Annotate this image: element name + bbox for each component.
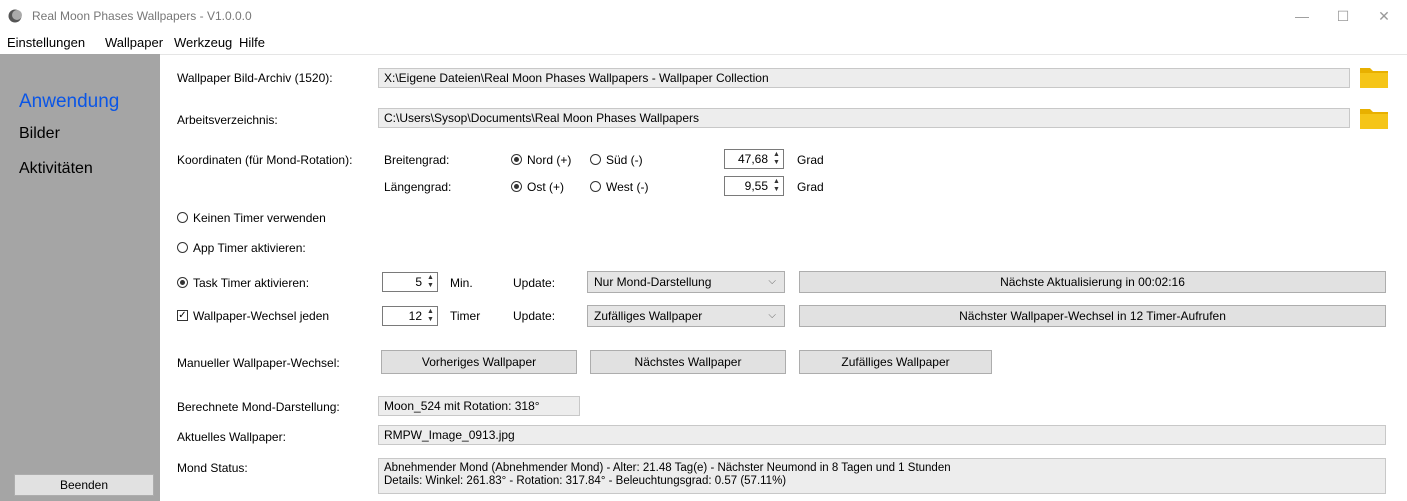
- latitude-value: 47,68: [737, 152, 768, 166]
- next-wallpaper-button[interactable]: Nächstes Wallpaper: [590, 350, 786, 374]
- archive-path-field[interactable]: X:\Eigene Dateien\Real Moon Phases Wallp…: [378, 68, 1350, 88]
- wallpaper-update-value: Zufälliges Wallpaper: [594, 309, 703, 323]
- manual-change-label: Manueller Wallpaper-Wechsel:: [177, 356, 340, 370]
- task-minutes-value: 5: [415, 275, 422, 289]
- radio-ost[interactable]: [511, 181, 522, 192]
- menu-werkzeug[interactable]: Werkzeug: [174, 35, 232, 50]
- radio-sued-label: Süd (-): [606, 153, 643, 167]
- latitude-unit: Grad: [797, 153, 824, 167]
- moon-status-line1: Abnehmender Mond (Abnehmender Mond) - Al…: [384, 462, 951, 474]
- sidebar: [0, 54, 160, 501]
- current-wallpaper-field: RMPW_Image_0913.jpg: [378, 425, 1386, 445]
- calc-field: Moon_524 mit Rotation: 318°: [378, 396, 580, 416]
- menu-einstellungen[interactable]: Einstellungen: [7, 35, 85, 50]
- task-minutes-stepper[interactable]: 5 ▲ ▼: [382, 272, 438, 292]
- radio-no-timer[interactable]: [177, 212, 188, 223]
- longitude-label: Längengrad:: [384, 180, 452, 194]
- sidebar-item-bilder[interactable]: Bilder: [19, 125, 60, 143]
- moon-status-box: Abnehmender Mond (Abnehmender Mond) - Al…: [378, 458, 1386, 494]
- radio-ost-label: Ost (+): [527, 180, 565, 194]
- menu-wallpaper[interactable]: Wallpaper: [105, 35, 163, 50]
- stepper-arrows-icon[interactable]: ▲ ▼: [425, 274, 436, 290]
- task-update-value: Nur Mond-Darstellung: [594, 275, 712, 289]
- stepper-arrows-icon[interactable]: ▲ ▼: [771, 151, 782, 167]
- stepper-arrows-icon[interactable]: ▲ ▼: [771, 178, 782, 194]
- workdir-path-field[interactable]: C:\Users\Sysop\Documents\Real Moon Phase…: [378, 108, 1350, 128]
- archive-label: Wallpaper Bild-Archiv (1520):: [177, 71, 333, 85]
- next-update-status: Nächste Aktualisierung in 00:02:16: [799, 271, 1386, 293]
- chevron-down-icon: ⌵: [768, 276, 776, 287]
- minimize-button[interactable]: —: [1279, 0, 1325, 32]
- radio-west[interactable]: [590, 181, 601, 192]
- radio-nord[interactable]: [511, 154, 522, 165]
- maximize-button[interactable]: ☐: [1320, 0, 1366, 32]
- task-update-label: Update:: [513, 276, 556, 290]
- calc-label: Berechnete Mond-Darstellung:: [177, 400, 340, 414]
- radio-sued[interactable]: [590, 154, 601, 165]
- radio-no-timer-label: Keinen Timer verwenden: [193, 211, 326, 225]
- menu-hilfe[interactable]: Hilfe: [239, 35, 265, 50]
- radio-nord-label: Nord (+): [527, 153, 572, 167]
- latitude-label: Breitengrad:: [384, 153, 450, 167]
- previous-wallpaper-button[interactable]: Vorheriges Wallpaper: [381, 350, 577, 374]
- workdir-label: Arbeitsverzeichnis:: [177, 113, 278, 127]
- wallpaper-timer-unit: Timer: [450, 309, 481, 323]
- moon-status-label: Mond Status:: [177, 461, 248, 475]
- wallpaper-change-label: Wallpaper-Wechsel jeden: [193, 309, 330, 323]
- wallpaper-timer-stepper[interactable]: 12 ▲ ▼: [382, 306, 438, 326]
- stepper-arrows-icon[interactable]: ▲ ▼: [425, 308, 436, 324]
- sidebar-item-anwendung[interactable]: Anwendung: [19, 91, 119, 113]
- window-title: Real Moon Phases Wallpapers - V1.0.0.0: [32, 9, 252, 23]
- task-unit: Min.: [450, 276, 473, 290]
- quit-button[interactable]: Beenden: [14, 474, 154, 496]
- task-update-select[interactable]: Nur Mond-Darstellung ⌵: [587, 271, 785, 293]
- wallpaper-timer-value: 12: [408, 309, 422, 323]
- wallpaper-change-checkbox[interactable]: ✓: [177, 310, 188, 321]
- next-wallpaper-status: Nächster Wallpaper-Wechsel in 12 Timer-A…: [799, 305, 1386, 327]
- workdir-folder-icon[interactable]: [1359, 106, 1389, 130]
- longitude-value: 9,55: [744, 179, 768, 193]
- coords-label: Koordinaten (für Mond-Rotation):: [177, 153, 353, 167]
- radio-west-label: West (-): [606, 180, 649, 194]
- longitude-unit: Grad: [797, 180, 824, 194]
- random-wallpaper-button[interactable]: Zufälliges Wallpaper: [799, 350, 992, 374]
- close-button[interactable]: ✕: [1361, 0, 1407, 32]
- radio-task-timer[interactable]: [177, 277, 188, 288]
- app-moon-icon: [8, 9, 22, 23]
- wallpaper-update-select[interactable]: Zufälliges Wallpaper ⌵: [587, 305, 785, 327]
- current-wallpaper-label: Aktuelles Wallpaper:: [177, 430, 286, 444]
- moon-status-line2: Details: Winkel: 261.83° - Rotation: 317…: [384, 475, 787, 487]
- latitude-stepper[interactable]: 47,68 ▲ ▼: [724, 149, 784, 169]
- chevron-down-icon: ⌵: [768, 310, 776, 321]
- sidebar-item-aktivitaeten[interactable]: Aktivitäten: [19, 160, 93, 178]
- archive-folder-icon[interactable]: [1359, 65, 1389, 89]
- radio-app-timer[interactable]: [177, 242, 188, 253]
- longitude-stepper[interactable]: 9,55 ▲ ▼: [724, 176, 784, 196]
- radio-app-timer-label: App Timer aktivieren:: [193, 241, 306, 255]
- radio-task-timer-label: Task Timer aktivieren:: [193, 276, 310, 290]
- wallpaper-update-label: Update:: [513, 309, 556, 323]
